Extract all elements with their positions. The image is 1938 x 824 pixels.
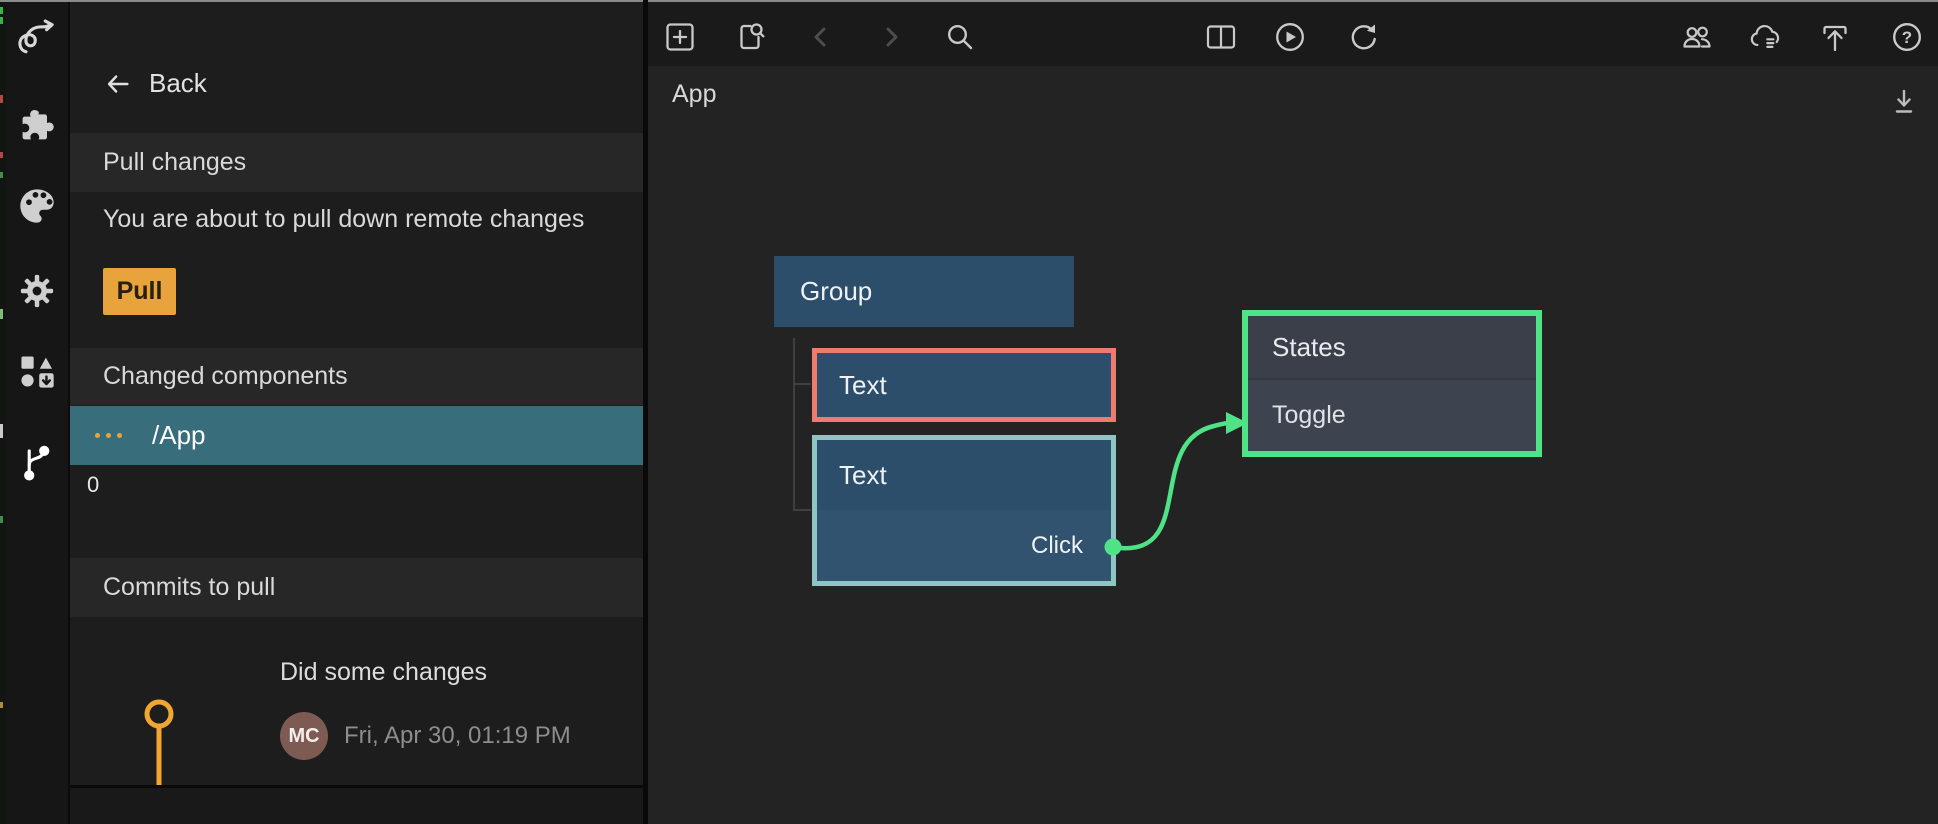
changed-component-row-app[interactable]: /App: [70, 406, 643, 465]
node-title: Text: [817, 370, 887, 401]
input-port-row[interactable]: Toggle: [1248, 380, 1536, 451]
ellipsis-icon: [95, 433, 122, 438]
app-window: Back Pull changes You are about to pull …: [0, 0, 1938, 824]
tree-connector: [793, 383, 811, 385]
component-search-icon[interactable]: [734, 21, 766, 53]
activity-rail: [6, 2, 68, 824]
edge-mark: [0, 516, 3, 523]
search-icon[interactable]: [944, 21, 976, 53]
output-port-label: Click: [1031, 532, 1111, 560]
settings-gear-icon[interactable]: [15, 269, 59, 313]
collaborators-icon[interactable]: [1681, 21, 1713, 53]
cloud-sync-icon[interactable]: [1748, 21, 1780, 53]
tree-connector: [793, 509, 811, 511]
edge-mark: [0, 702, 3, 708]
node-title: Text: [817, 460, 887, 491]
changed-component-label: /App: [152, 420, 206, 451]
node-canvas[interactable]: ? App Group Text Text Click: [648, 2, 1938, 824]
add-node-icon[interactable]: [664, 21, 696, 53]
node-text-1[interactable]: Text: [812, 348, 1116, 422]
edge-mark: [0, 95, 3, 103]
component-breadcrumb[interactable]: App: [672, 80, 716, 109]
node-title-row: States: [1248, 316, 1536, 380]
edge-mark: [0, 7, 3, 14]
noodl-logo-icon[interactable]: [15, 16, 59, 60]
nav-back-icon[interactable]: [805, 21, 837, 53]
help-icon[interactable]: ?: [1891, 21, 1923, 53]
tree-connector: [793, 338, 795, 511]
reload-icon[interactable]: [1346, 21, 1378, 53]
split-view-icon[interactable]: [1205, 21, 1237, 53]
back-arrow-icon: [103, 69, 133, 99]
node-title: Group: [774, 276, 872, 307]
node-text-2[interactable]: Text Click: [812, 435, 1116, 586]
edge-mark: [0, 309, 3, 319]
plugins-puzzle-icon[interactable]: [15, 103, 59, 147]
edge-mark: [0, 424, 3, 438]
commit-meta: MC Fri, Apr 30, 01:19 PM: [280, 712, 571, 760]
preview-play-icon[interactable]: [1274, 21, 1306, 53]
back-button[interactable]: Back: [103, 68, 207, 99]
edge-mark: [0, 152, 3, 158]
download-icon[interactable]: [1888, 86, 1920, 118]
back-label: Back: [149, 68, 207, 99]
pull-button[interactable]: Pull: [103, 268, 176, 315]
pull-changes-title: Pull changes: [103, 148, 246, 177]
svg-text:?: ?: [1902, 28, 1912, 47]
stray-count-text: 0: [87, 472, 99, 498]
pull-message: You are about to pull down remote change…: [103, 205, 584, 234]
changed-components-section-header: Changed components: [70, 348, 643, 405]
output-port-row[interactable]: Click: [817, 510, 1111, 581]
components-icon[interactable]: [15, 349, 59, 393]
commit-message: Did some changes: [280, 658, 487, 687]
node-group[interactable]: Group: [774, 256, 1074, 327]
commit-timestamp: Fri, Apr 30, 01:19 PM: [344, 722, 571, 750]
changed-components-title: Changed components: [103, 362, 348, 391]
commits-section-header: Commits to pull: [70, 558, 643, 617]
deploy-upload-icon[interactable]: [1819, 21, 1851, 53]
styles-palette-icon[interactable]: [15, 184, 59, 228]
panel-footer: [70, 788, 643, 824]
version-control-branch-icon[interactable]: [15, 440, 59, 484]
input-port-label: Toggle: [1248, 401, 1346, 430]
commit-graph: [142, 632, 176, 797]
edge-mark: [0, 17, 3, 24]
commits-title: Commits to pull: [103, 573, 275, 602]
avatar: MC: [280, 712, 328, 760]
pull-changes-section-header: Pull changes: [70, 133, 643, 192]
node-title: States: [1248, 332, 1346, 363]
version-control-panel: Back Pull changes You are about to pull …: [70, 2, 643, 824]
node-title-row: Text: [817, 440, 1111, 510]
nav-forward-icon[interactable]: [875, 21, 907, 53]
canvas-toolbar: ?: [648, 2, 1938, 66]
edge-mark: [0, 172, 3, 178]
node-states[interactable]: States Toggle: [1242, 310, 1542, 457]
